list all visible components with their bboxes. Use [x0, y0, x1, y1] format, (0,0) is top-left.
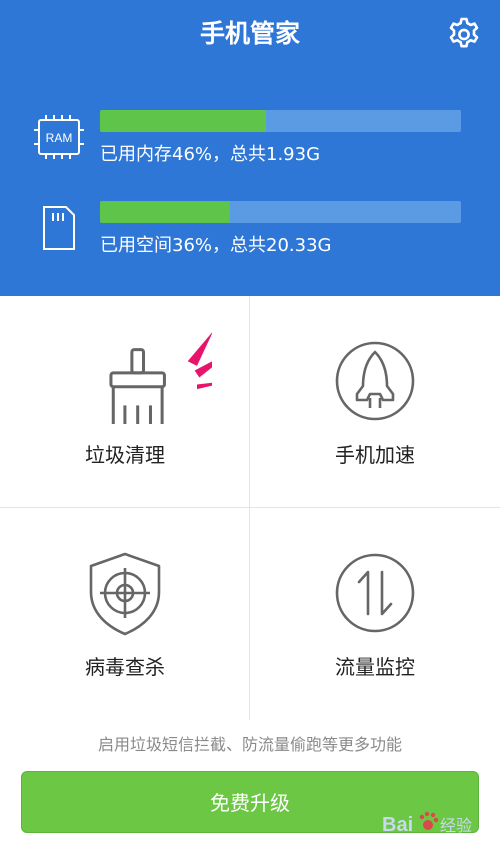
feature-traffic-monitor-label: 流量监控 — [335, 655, 415, 679]
gear-icon[interactable] — [446, 16, 482, 52]
ram-usage-text: 已用内存46%，总共1.93G — [100, 144, 321, 165]
storage-progress-bar — [100, 201, 461, 223]
ram-progress-fill — [100, 110, 267, 132]
rocket-icon — [335, 341, 415, 421]
feature-speed-up-label: 手机加速 — [335, 443, 415, 467]
feature-virus-scan[interactable]: 病毒查杀 — [0, 508, 250, 720]
up-down-arrows-icon — [335, 553, 415, 633]
paw-icon — [419, 811, 439, 830]
feature-junk-clean-label: 垃圾清理 — [85, 443, 165, 467]
features-hint-text: 启用垃圾短信拦截、防流量偷跑等更多功能 — [97, 735, 402, 754]
feature-grid: 垃圾清理 手机加速 病毒查杀 流量监控 — [0, 296, 500, 720]
ram-progress-bar — [100, 110, 461, 132]
broom-icon — [109, 332, 212, 424]
ram-chip-icon: RAM — [34, 115, 84, 159]
feature-junk-clean[interactable]: 垃圾清理 — [0, 296, 250, 508]
baidu-jingyan-watermark: Bai 经验 — [382, 811, 472, 836]
watermark-suffix: 经验 — [440, 816, 472, 835]
storage-usage-text: 已用空间36%，总共20.33G — [100, 235, 332, 256]
feature-traffic-monitor[interactable]: 流量监控 — [250, 508, 500, 720]
shield-crosshair-icon — [89, 552, 161, 636]
ram-usage-row: RAM 已用内存46%，总共1.93G — [0, 106, 500, 176]
storage-progress-fill — [100, 201, 230, 223]
sd-card-icon — [43, 206, 75, 250]
storage-usage-row: 已用空间36%，总共20.33G — [0, 197, 500, 267]
watermark-brand: Bai — [382, 814, 413, 836]
feature-virus-scan-label: 病毒查杀 — [85, 655, 165, 679]
feature-speed-up[interactable]: 手机加速 — [250, 296, 500, 508]
header-panel: 手机管家 RAM 已用内存46%，总共1.93G 已用空间36%，总共20.33… — [0, 0, 500, 296]
app-title: 手机管家 — [199, 19, 300, 48]
ram-chip-label: RAM — [46, 131, 73, 145]
